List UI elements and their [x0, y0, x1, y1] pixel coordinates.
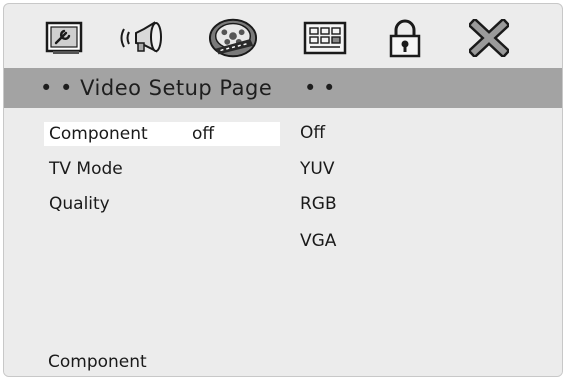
- status-text: Component: [48, 352, 147, 372]
- page-title-bar: • • Video Setup Page • •: [4, 68, 562, 108]
- general-setup-icon[interactable]: [40, 18, 90, 58]
- setup-window: • • Video Setup Page • • Component off T…: [3, 3, 563, 377]
- exit-setup-icon[interactable]: [464, 18, 514, 58]
- menu-item-tv-mode[interactable]: TV Mode: [44, 157, 280, 181]
- password-setup-icon[interactable]: [380, 18, 430, 58]
- page-title: • • Video Setup Page: [40, 76, 273, 100]
- status-bar: Component: [4, 344, 562, 376]
- option-rgb[interactable]: RGB: [300, 192, 337, 216]
- preference-setup-icon[interactable]: [300, 18, 350, 58]
- option-yuv[interactable]: YUV: [300, 157, 334, 181]
- menu-item-label: Component: [49, 124, 148, 144]
- audio-setup-icon[interactable]: [120, 18, 170, 58]
- setup-toolbar: [4, 4, 562, 66]
- setup-content: Component off TV Mode Quality Off YUV RG…: [4, 108, 562, 344]
- menu-item-component[interactable]: Component off: [44, 122, 280, 146]
- option-off[interactable]: Off: [300, 121, 325, 145]
- menu-item-quality[interactable]: Quality: [44, 192, 280, 216]
- option-vga[interactable]: VGA: [300, 229, 336, 253]
- menu-item-label: Quality: [49, 194, 110, 214]
- menu-item-value: off: [192, 124, 215, 144]
- title-trailing-dots: • •: [304, 76, 336, 100]
- video-setup-icon[interactable]: [208, 18, 258, 58]
- menu-item-label: TV Mode: [49, 159, 123, 179]
